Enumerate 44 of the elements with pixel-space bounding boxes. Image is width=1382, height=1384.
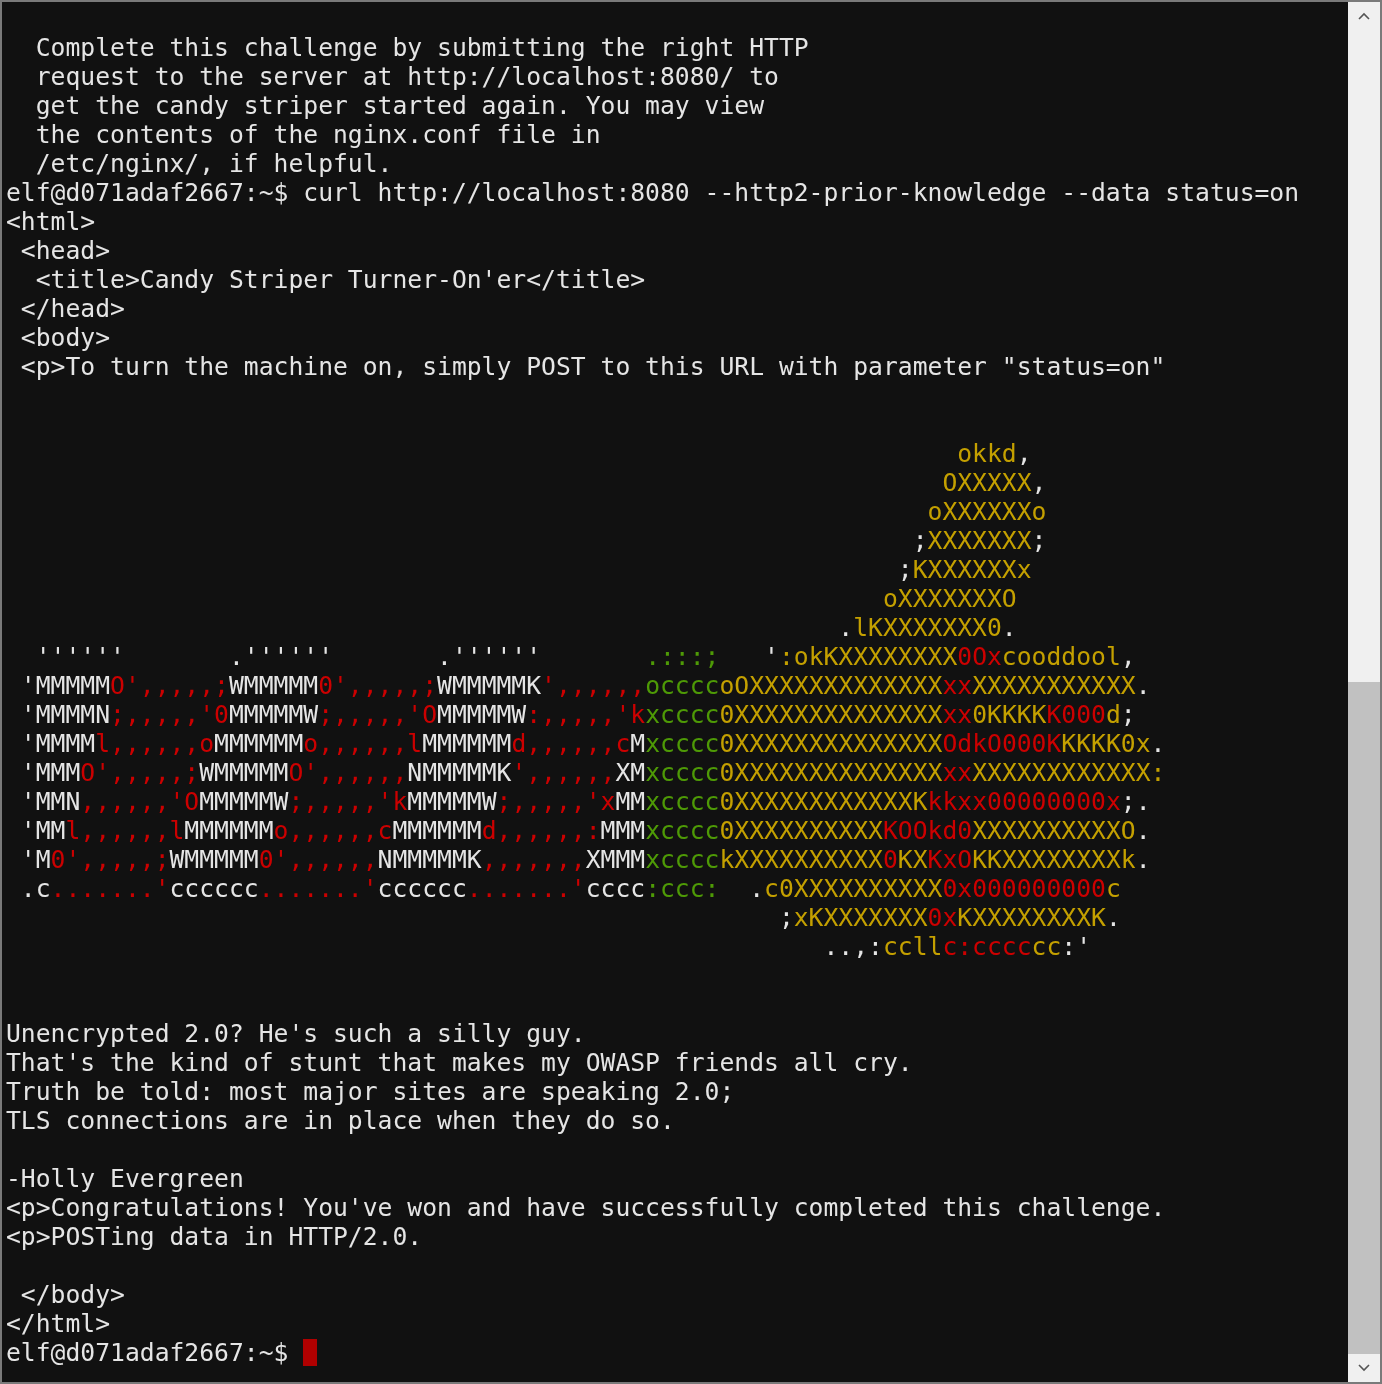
ascii-art-line: 'MMl,,,,,,lMMMMMMo,,,,,,cMMMMMMd,,,,,,:MMMxcccc0XXXXXXXXXXKOOkd0XXXXXXXXXXO. bbox=[19, 816, 1152, 845]
terminal-line: Unencrypted 2.0? He's such a silly guy. bbox=[6, 1019, 587, 1048]
ascii-art-line: oXXXXXXo bbox=[926, 497, 1048, 526]
ascii-art-line: OXXXXX, bbox=[941, 468, 1048, 497]
terminal-line: elf@d071adaf2667:~$ curl http://localhost:8080 --http2-prior-knowledge --data status=on bbox=[6, 178, 1301, 207]
terminal-line: </body> bbox=[19, 1280, 126, 1309]
terminal-line: Complete this challenge by submitting the right HTTP bbox=[34, 33, 810, 62]
ascii-art-line: 'MMMO',,,,,;WMMMMMO',,,,,,NMMMMMK',,,,,,XMxcccc0XXXXXXXXXXXXXXxxXXXXXXXXXXXX: bbox=[19, 758, 1167, 787]
ascii-art-line: .lKXXXXXXX0. bbox=[837, 613, 1018, 642]
terminal-line: -Holly Evergreen bbox=[6, 1164, 245, 1193]
ascii-art-line: okkd, bbox=[956, 439, 1033, 468]
ascii-art-line: ..,:ccll c:cccccc:' bbox=[822, 932, 1093, 961]
vertical-scrollbar[interactable] bbox=[1348, 2, 1380, 1382]
ascii-art-line: .c.......'cccccc.......'cccccc.......'cccc:ccc: .c0XXXXXXXXXX0x000000000c bbox=[19, 874, 1122, 903]
shell-prompt: elf@d071adaf2667:~$ bbox=[6, 1338, 290, 1367]
terminal-line: That's the kind of stunt that makes my OWASP friends all cry. bbox=[6, 1048, 914, 1077]
terminal-line: the contents of the nginx.conf file in bbox=[34, 120, 602, 149]
terminal-line: <head> bbox=[19, 236, 112, 265]
ascii-art-line: 'MMMMMO',,,,,;WMMMMM0',,,,,;WMMMMMK',,,,,,occccoOXXXXXXXXXXXXXxxXXXXXXXXXXX. bbox=[19, 671, 1152, 700]
scrollbar-thumb[interactable] bbox=[1348, 682, 1380, 1354]
ascii-art-line: oXXXXXXXO bbox=[881, 584, 1018, 613]
ascii-art-line: '''''' .'''''' .'''''' .:::; ':okKXXXXXXXX0Oxcooddool, bbox=[34, 642, 1137, 671]
ascii-art-line: ;XXXXXXX; bbox=[911, 526, 1048, 555]
terminal-line: <p>POSTing data in HTTP/2.0. bbox=[6, 1222, 424, 1251]
terminal-line: request to the server at http://localhost:8080/ to bbox=[34, 62, 780, 91]
terminal-line: <html> bbox=[6, 207, 97, 236]
ascii-art-line: ;xKXXXXXXX0xKXXXXXXXXK. bbox=[777, 903, 1122, 932]
ascii-art-line: 'MMN,,,,,,'OMMMMMW;,,,,,'kMMMMMW;,,,,,'xMMxcccc0XXXXXXXXXXXXKkkxx00000000x;. bbox=[19, 787, 1152, 816]
terminal-line: <p>To turn the machine on, simply POST to this URL with parameter "status=on" bbox=[19, 352, 1167, 381]
ascii-art-line: 'MMMMl,,,,,,oMMMMMMo,,,,,,lMMMMMMd,,,,,,cMxcccc0XXXXXXXXXXXXXXOdkO000KKKKK0x. bbox=[19, 729, 1167, 758]
terminal-line: <p>Congratulations! You've won and have successfully completed this challenge. bbox=[6, 1193, 1167, 1222]
scroll-down-icon[interactable] bbox=[1358, 1364, 1370, 1372]
ascii-art-line: ;KXXXXXXx bbox=[896, 555, 1033, 584]
ascii-art-line: 'MMMMN;,,,,,'0MMMMMW;,,,,,'OMMMMMW:,,,,,'kxcccc0XXXXXXXXXXXXXXxx0KKKKK000d; bbox=[19, 700, 1137, 729]
terminal-line: /etc/nginx/, if helpful. bbox=[34, 149, 394, 178]
ascii-art-line: 'M0',,,,,;WMMMMM0',,,,,,NMMMMMK,,,,,,,XMMMxcccckXXXXXXXXXX0KXKxOKKXXXXXXXXk. bbox=[19, 845, 1152, 874]
terminal-line: Truth be told: most major sites are speaking 2.0; bbox=[6, 1077, 736, 1106]
terminal-line: <title>Candy Striper Turner-On'er</title> bbox=[34, 265, 647, 294]
terminal-line: get the candy striper started again. You may view bbox=[34, 91, 766, 120]
terminal-line: </html> bbox=[6, 1309, 112, 1338]
scroll-up-icon[interactable] bbox=[1358, 12, 1370, 20]
terminal-line: <body> bbox=[19, 323, 112, 352]
terminal-line: </head> bbox=[19, 294, 126, 323]
terminal-line: TLS connections are in place when they do so. bbox=[6, 1106, 676, 1135]
